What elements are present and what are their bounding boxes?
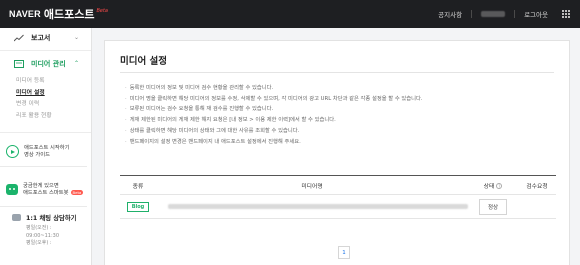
- media-name-cell[interactable]: [156, 204, 468, 209]
- smartbot-banner[interactable]: 궁금한게 있으면 애드포스트 스마트봇 Beta: [0, 173, 87, 207]
- type-cell: Blog: [120, 201, 156, 212]
- table-row: Blog 정상: [120, 195, 556, 219]
- main-content: 미디어 설정 등록한 미디어의 정보 및 미디어 검수 현황을 관리할 수 있습…: [104, 40, 570, 265]
- notice-item: 상태를 클릭하면 해당 미디어의 상태와 그에 대한 사유를 조회할 수 있습니…: [125, 126, 423, 137]
- media-table: 종류 미디어명 상태? 검수요청 Blog 정상: [120, 175, 556, 219]
- column-header-review: 검수요청: [526, 183, 548, 190]
- sidebar-item-label: 미디어 관리: [31, 60, 66, 68]
- sidebar-item-report[interactable]: 보고서 ⌄: [0, 28, 91, 48]
- robot-icon: [6, 184, 18, 195]
- table-header: 종류 미디어명 상태? 검수요청: [120, 175, 556, 195]
- adpost-logo[interactable]: NAVER 애드포스트 Beta: [9, 6, 108, 22]
- banner-line: 궁금한게 있으면: [23, 182, 59, 189]
- notice-link[interactable]: 공지사항: [438, 9, 462, 19]
- divider: [0, 132, 91, 133]
- chat-consult[interactable]: 1:1 채팅 상담하기 평일(오전) : 09:00~11:30 평일(오후) …: [0, 207, 91, 248]
- notice-item: 밴드페이지의 설정 변경은 밴드페이지 내 애드포스트 설정에서 진행해 주세요…: [125, 137, 423, 148]
- user-name-blurred[interactable]: [481, 11, 506, 17]
- notice-item: 보류된 미디어는 검수 요청을 통해 재 검수를 진행할 수 있습니다.: [125, 104, 423, 115]
- sidebar-subitem-register[interactable]: 미디어 등록: [0, 76, 91, 88]
- sidebar-subitem-history[interactable]: 변경 이력: [0, 99, 91, 111]
- chat-hours-line: 09:00~11:30: [26, 232, 60, 239]
- naver-logo-text: NAVER: [9, 9, 41, 19]
- notice-item: 등록한 미디어의 정보 및 미디어 검수 현황을 관리할 수 있습니다.: [125, 83, 423, 94]
- page-title: 미디어 설정: [120, 56, 168, 67]
- column-header-media-name: 미디어명: [301, 183, 323, 190]
- column-header-type: 종류: [132, 183, 144, 190]
- divider: [471, 10, 473, 18]
- divider: [514, 10, 516, 18]
- sidebar-item-label: 보고서: [31, 34, 51, 42]
- status-header-label: 상태: [483, 183, 495, 190]
- chat-hours: 평일(오전) : 09:00~11:30 평일(오후) :: [12, 225, 91, 248]
- sidebar-subitem-settings[interactable]: 미디어 설정: [0, 88, 91, 100]
- notice-item: 게재 제한된 미디어의 게재 제한 해지 요청은 [내 정보 > 이용 제한 이…: [125, 115, 423, 126]
- chat-hours-line: 평일(오전) :: [26, 225, 52, 231]
- banner-line: 영상 가이드: [24, 151, 51, 158]
- chevron-down-icon: ⌄: [73, 34, 79, 41]
- banner-line: 애드포스트 시작하기: [24, 144, 70, 151]
- chat-title: 1:1 채팅 상담하기: [26, 215, 77, 222]
- top-navigation-bar: NAVER 애드포스트 Beta 공지사항 로그아웃: [0, 0, 580, 28]
- divider: [0, 50, 91, 51]
- sidebar-item-media[interactable]: 미디어 관리 ⌃: [0, 54, 91, 74]
- media-name-blurred[interactable]: [168, 204, 468, 209]
- chat-bubble-icon: [12, 214, 21, 221]
- guide-video-banner[interactable]: 애드포스트 시작하기 영상 가이드: [0, 137, 87, 167]
- blog-type-tag: Blog: [126, 201, 150, 212]
- divider: [120, 72, 554, 73]
- status-cell: 정상: [468, 198, 518, 215]
- beta-badge: Beta: [70, 189, 84, 195]
- column-header-status: 상태?: [468, 181, 518, 190]
- help-icon[interactable]: ?: [496, 183, 503, 189]
- logout-button[interactable]: 로그아웃: [524, 9, 548, 19]
- beta-badge: Beta: [96, 8, 108, 14]
- chat-hours-line: 평일(오후) :: [26, 240, 52, 246]
- media-icon: [14, 60, 24, 68]
- notice-list: 등록한 미디어의 정보 및 미디어 검수 현황을 관리할 수 있습니다. 미디어…: [125, 83, 423, 147]
- play-icon: [6, 145, 19, 158]
- sidebar-subitem-usage[interactable]: 리포 활용 현황: [0, 111, 91, 123]
- chart-icon: [14, 34, 24, 42]
- sidebar: 보고서 ⌄ 미디어 관리 ⌃ 미디어 등록 미디어 설정 변경 이력 리포 활용…: [0, 28, 92, 265]
- pagination-page-1[interactable]: 1: [338, 246, 350, 259]
- apps-grid-icon[interactable]: [562, 10, 570, 18]
- adpost-logo-text: 애드포스트: [43, 9, 95, 21]
- banner-line: 애드포스트 스마트봇: [23, 189, 69, 196]
- notice-item: 미디어 명을 클릭하면 해당 미디어의 정보를 수정, 삭제할 수 있으며, 각…: [125, 94, 423, 105]
- top-right-menu: 공지사항 로그아웃: [438, 0, 570, 28]
- chevron-up-icon: ⌃: [73, 60, 79, 67]
- status-button[interactable]: 정상: [478, 198, 508, 215]
